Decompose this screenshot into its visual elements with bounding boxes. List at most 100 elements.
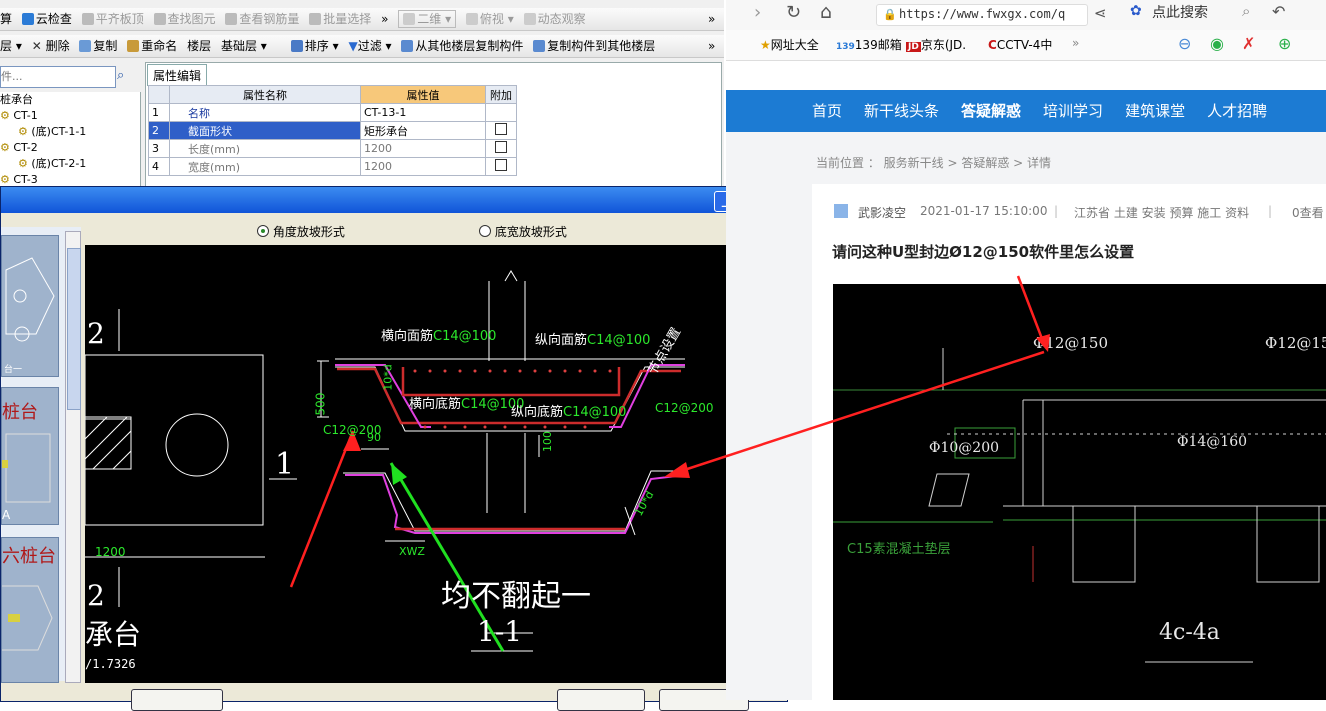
copy-from-floor-button[interactable]: 从其他楼层复制构件 [401,35,523,57]
component-search-input[interactable]: 件... [0,66,116,88]
table-row[interactable]: 1 名称 CT-13-1 [148,103,517,122]
ok-button[interactable] [557,689,645,711]
dialog-titlebar[interactable]: _ □ × [1,187,787,213]
header-attr-value: 属性值 [360,85,486,104]
cad-xwz: XWZ [399,545,425,558]
extra-checkbox[interactable] [495,123,507,135]
tree-item[interactable]: ⚙ CT-1 [0,108,140,124]
undo-icon[interactable]: ↶ [1272,2,1285,21]
property-table: 属性名称 属性值 附加 1 名称 CT-13-1 2 截面形状 矩形承台 3 长… [148,85,517,176]
flat-board-button[interactable]: 平齐板顶 [81,8,144,30]
cloud-check-button[interactable]: 云检查 [21,8,72,30]
cad-label-h-top: 横向面筋C14@100 [381,329,497,344]
question-image[interactable]: Φ12@150 Φ12@150 Φ10@200 Φ14@160 C15素混凝土垫… [833,284,1326,700]
gear-icon: ⚙ [0,173,10,186]
cad-label-2-top: 2 [87,317,105,350]
avatar[interactable] [834,204,848,218]
table-row[interactable]: 4 宽度(mm) 1200 [148,157,517,176]
cad-dim-1200: 1200 [95,545,126,559]
radio-selected-icon [257,225,269,237]
toolbar-row-2: 层 ▾ ✕ 删除 复制 重命名 楼层 基础层 ▾ 排序 ▾ ▼过滤 ▾ 从其他楼… [0,35,724,58]
nav-item[interactable]: 培训学习 [1043,90,1103,132]
cloud-calc-button[interactable]: 算 [0,8,12,30]
thumbnail-item[interactable]: 六桩台 [1,537,59,683]
thumbnail-item[interactable]: 台一 [1,235,59,377]
tree-root[interactable]: 桩承台 [0,92,140,108]
minus-circle-icon[interactable]: ⊖ [1178,34,1191,53]
nav-item-active[interactable]: 答疑解惑 [961,90,1021,132]
search-box-text[interactable]: 点此搜索 [1152,2,1208,22]
batch-select-button[interactable]: 批量选择 [309,8,371,30]
dialog-button-left[interactable] [131,689,223,711]
chat-icon[interactable]: ◉ [1210,34,1224,53]
copy-button[interactable]: 复制 [79,35,117,57]
divider: | [1268,204,1273,218]
thumbnail-item[interactable]: 桩台 A [1,387,59,525]
tree-item[interactable]: ⚙ (底)CT-2-1 [0,156,140,172]
extra-checkbox[interactable] [495,141,507,153]
favorites-bar: ★网址大全 139139邮箱 JD 京东(JD. CCCTV-4中 » ⊖ ◉ ✗… [726,30,1326,61]
tree-item[interactable]: ⚙ CT-2 [0,140,140,156]
toolbar-overflow-2[interactable]: » [708,35,715,57]
table-row[interactable]: 3 长度(mm) 1200 [148,139,517,158]
delete-button[interactable]: ✕ 删除 [32,35,70,57]
fav-item[interactable]: CCCTV-4中 [988,36,1052,53]
extra-checkbox[interactable] [495,159,507,171]
view-mode-select[interactable]: 二维 ▾ [398,10,457,28]
toolbar-overflow-1[interactable]: » [381,8,388,30]
nav-item[interactable]: 新干线头条 [864,90,939,132]
author-name[interactable]: 武影凌空 [858,204,906,221]
binoculars-icon [153,13,166,25]
fav-item[interactable]: ★网址大全 [760,36,819,53]
home-icon[interactable]: ⌂ [820,1,832,23]
header-attr-name: 属性名称 [169,85,361,104]
extension-icon[interactable]: ⊕ [1278,34,1291,53]
nav-item[interactable]: 首页 [812,90,842,132]
orbit-icon [523,13,536,25]
magnifier-icon[interactable]: ⌕ [1242,2,1250,20]
forward-icon[interactable]: › [754,2,761,23]
scrollbar-thumb[interactable] [67,248,81,410]
sort-button[interactable]: 排序 ▾ [290,35,339,57]
component-tree: 桩承台 ⚙ CT-1 ⚙ (底)CT-1-1 ⚙ CT-2 ⚙ (底)CT-2-… [0,92,141,186]
layers-copy-icon [533,40,546,52]
floor-label: 楼层 [187,39,212,53]
tree-item[interactable]: ⚙ (底)CT-1-1 [0,124,140,140]
thumbnail-scrollbar[interactable] [65,231,81,683]
fav-overflow[interactable]: » [1072,36,1079,50]
rebar-icon [225,13,238,25]
breadcrumb: 当前位置 ： 服务新干线 > 答疑解惑 > 详情 [816,156,1051,170]
find-element-button[interactable]: 查找图元 [153,8,216,30]
toolbar-overflow-1b[interactable]: » [708,8,715,30]
top-view-button[interactable]: 俯视 ▾ [465,8,514,30]
filter-button[interactable]: ▼过滤 ▾ [348,35,391,57]
share-icon[interactable]: ⋖ [1094,4,1107,22]
refresh-icon[interactable]: ↻ [786,2,801,23]
question-cad-label: 4c-4a [1159,620,1220,645]
nav-item[interactable]: 人才招聘 [1207,90,1267,132]
view-rebar-button[interactable]: 查看钢筋量 [225,8,299,30]
lock-icon: 🔒 [883,8,897,21]
cad-label-2-bottom: 2 [87,579,105,612]
cctv-icon: C [988,38,997,52]
cad-label-v-top: 纵向面筋C14@100 [535,333,651,348]
tab-property-edit[interactable]: 属性编辑 [147,64,208,86]
radio-angle-slope[interactable]: 角度放坡形式 [257,223,345,240]
fav-item[interactable]: JD 京东(JD. [906,36,966,53]
fav-item[interactable]: 139139邮箱 [836,36,902,53]
url-input[interactable]: 🔒 https://www.fwxgx.com/q [876,4,1088,26]
nav-item[interactable]: 建筑课堂 [1125,90,1185,132]
dynamic-observe-button[interactable]: 动态观察 [523,8,586,30]
cad-ratio: /1.7326 [85,657,136,671]
property-panel: 属性编辑 属性名称 属性值 附加 1 名称 CT-13-1 2 截面形状 矩形承… [145,62,722,188]
table-row[interactable]: 2 截面形状 矩形承台 [148,121,517,140]
copy-to-floor-button[interactable]: 复制构件到其他楼层 [533,35,655,57]
cad-dim-10d: 10*d [381,364,395,391]
cube-icon [465,13,478,25]
rename-button[interactable]: 重命名 [127,35,177,57]
floor-select[interactable]: 基础层 ▾ [221,35,281,57]
layer-dropdown[interactable]: 层 ▾ [0,35,22,57]
search-icon[interactable]: ⌕ [117,68,124,83]
tools-icon[interactable]: ✗ [1242,34,1255,53]
radio-bottom-width-slope[interactable]: 底宽放坡形式 [479,223,567,240]
